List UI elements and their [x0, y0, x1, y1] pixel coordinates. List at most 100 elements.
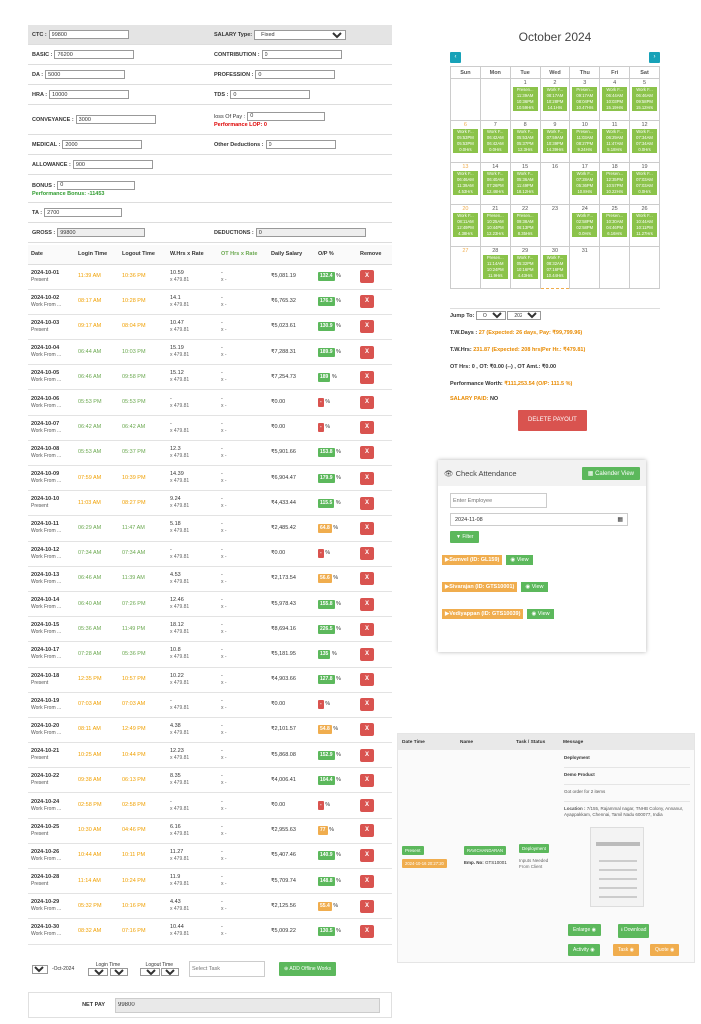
remove-button[interactable]: X [360, 370, 374, 384]
calendar-event[interactable]: Work F... [572, 171, 598, 177]
calendar-event[interactable]: 12.23Hrs [482, 231, 508, 237]
calendar-day-cell[interactable] [479, 78, 511, 121]
calendar-event[interactable]: 0.0Hrs [632, 189, 657, 195]
net-pay-input[interactable] [115, 997, 380, 1013]
calendar-day-cell[interactable]: 30 Work F... 08:32AM 07:16PM 10.44Hrs [539, 246, 571, 289]
activity-button[interactable]: Activity ◉ [568, 944, 600, 956]
calendar-day-cell[interactable]: 4 Work F... 06:44AM 10:03PM 15.19Hrs [599, 78, 631, 121]
calendar-event[interactable]: Presen... [572, 129, 598, 135]
calendar-event[interactable]: Presen... [602, 171, 628, 177]
calendar-day-cell[interactable]: 27 [450, 246, 481, 289]
calendar-event[interactable]: Work F... [512, 129, 538, 135]
remove-button[interactable]: X [360, 396, 374, 410]
logout-hour-select[interactable]: Hour [139, 968, 160, 976]
calendar-day-cell[interactable] [599, 246, 631, 289]
calendar-event[interactable]: Presen... [482, 213, 508, 219]
calendar-event[interactable]: Work F... [542, 255, 568, 261]
calendar-event[interactable]: 10:44AM [632, 219, 657, 225]
calendar-day-cell[interactable]: 24 Work F... 02:58PM 02:58PM 0.0Hrs [569, 204, 601, 247]
calendar-event[interactable]: 15.19Hrs [602, 105, 628, 111]
calendar-event[interactable]: Work F... [482, 129, 508, 135]
calendar-event[interactable]: 10:25AM [482, 219, 508, 225]
calendar-event[interactable]: Presen... [482, 255, 508, 261]
remove-button[interactable]: X [360, 345, 374, 359]
calendar-event[interactable]: 08:32AM [542, 261, 568, 267]
calendar-event[interactable]: 18.12Hrs [512, 189, 538, 195]
calendar-event[interactable]: Presen... [512, 87, 538, 93]
calendar-event[interactable]: Work F... [632, 87, 657, 93]
calendar-event[interactable]: 11:39AM [453, 183, 478, 189]
gross-input[interactable] [57, 228, 146, 237]
view-employee-button[interactable]: ◉ View [506, 555, 533, 565]
basic-input[interactable] [54, 50, 135, 59]
calendar-event[interactable]: 06:44AM [602, 93, 628, 99]
calendar-day-cell[interactable]: 17 Work F... 07:28AM 05:36PM 10.8Hrs [569, 162, 601, 205]
calendar-event[interactable]: 08:17AM [542, 93, 568, 99]
calendar-event[interactable]: 5.18Hrs [602, 147, 628, 153]
calendar-event[interactable]: 10.47Hrs [572, 105, 598, 111]
calendar-event[interactable]: 05:53PM [453, 141, 478, 147]
calendar-day-cell[interactable]: 6 Work F... 05:53PM 05:53PM 0.0Hrs [450, 120, 481, 163]
download-button[interactable]: ⭳ Download [618, 924, 650, 938]
remove-button[interactable]: X [360, 723, 374, 737]
remove-button[interactable]: X [360, 496, 374, 510]
prev-month-button[interactable]: ‹ [450, 52, 461, 63]
remove-button[interactable]: X [360, 622, 374, 636]
remove-button[interactable]: X [360, 673, 374, 687]
calendar-event[interactable]: 11:14AM [482, 261, 508, 267]
calendar-day-cell[interactable]: 11 Work F... 06:29AM 11:47AM 5.18Hrs [599, 120, 631, 163]
remove-button[interactable]: X [360, 295, 374, 309]
calendar-event[interactable]: 09:58PM [632, 99, 657, 105]
calendar-day-cell[interactable]: 9 Work F... 07:59AM 10:39PM 14.39Hrs [539, 120, 571, 163]
day-select[interactable]: 01 [32, 964, 48, 974]
calendar-event[interactable]: 10.22Hrs [602, 189, 628, 195]
calendar-day-cell[interactable]: 10 Presen... 11:03AM 08:27PM 9.24Hrs [569, 120, 601, 163]
calendar-day-cell[interactable]: 15 Work F... 05:36AM 11:49PM 18.12Hrs [509, 162, 541, 205]
calendar-day-cell[interactable]: 13 Work F... 06:46AM 11:39AM 4.53Hrs [450, 162, 481, 205]
deductions-input[interactable] [255, 228, 366, 237]
calendar-day-cell[interactable]: 16 [539, 162, 571, 205]
login-min-select[interactable]: Min [109, 968, 128, 976]
calendar-event[interactable]: 06:46AM [453, 177, 478, 183]
calendar-day-cell[interactable]: 20 Work F... 08:11AM 12:49PM 4.38Hrs [450, 204, 481, 247]
calendar-day-cell[interactable]: 22 Presen... 09:38AM 06:13PM 8.35Hrs [509, 204, 541, 247]
calendar-event[interactable]: 11:03AM [572, 135, 598, 141]
calendar-day-cell[interactable]: 31 [569, 246, 601, 289]
calendar-event[interactable]: 10:24PM [482, 267, 508, 273]
calendar-event[interactable]: 14.39Hrs [542, 147, 568, 153]
calendar-event[interactable]: 8.35Hrs [512, 231, 538, 237]
calendar-event[interactable]: Work F... [512, 255, 538, 261]
calendar-event[interactable]: Work F... [572, 213, 598, 219]
calendar-event[interactable]: 12.46Hrs [482, 189, 508, 195]
next-month-button[interactable]: › [649, 52, 660, 63]
remove-button[interactable]: X [360, 421, 374, 435]
calendar-day-cell[interactable]: 21 Presen... 10:25AM 10:44PM 12.23Hrs [479, 204, 511, 247]
login-hour-select[interactable]: Hour [88, 968, 109, 976]
calendar-day-cell[interactable]: 29 Work F... 05:32PM 10:16PM 4.43Hrs [509, 246, 541, 289]
quote-button[interactable]: Quote ◉ [650, 944, 680, 956]
allowance-input[interactable] [72, 160, 153, 169]
calendar-event[interactable]: 06:42AM [482, 135, 508, 141]
calendar-event[interactable]: 9.24Hrs [572, 147, 598, 153]
calendar-event[interactable]: 0.0Hrs [453, 147, 478, 153]
remove-button[interactable]: X [360, 521, 374, 535]
calendar-event[interactable]: 02:58PM [572, 225, 598, 231]
enlarge-button[interactable]: Enlarge ◉ [568, 924, 601, 936]
calendar-event[interactable]: 11:39AM [512, 93, 538, 99]
remove-button[interactable]: X [360, 446, 374, 460]
calendar-event[interactable]: 12:49PM [453, 225, 478, 231]
calendar-event[interactable]: 10.44Hrs [542, 273, 568, 279]
ta-input[interactable] [44, 208, 123, 217]
calendar-event[interactable]: Work F... [482, 171, 508, 177]
calendar-event[interactable]: 07:28AM [572, 177, 598, 183]
calendar-event[interactable]: 11.27Hrs [632, 231, 657, 237]
loss-of-pay-input[interactable] [247, 111, 326, 121]
remove-button[interactable]: X [360, 748, 374, 762]
profession-input[interactable] [255, 70, 336, 79]
calendar-day-cell[interactable]: 2 Work F... 08:17AM 10:28PM 14.1Hrs [539, 78, 571, 121]
jump-month-select[interactable]: Oct [475, 311, 506, 321]
bonus-input[interactable] [57, 180, 136, 190]
calendar-day-cell[interactable]: 18 Presen... 12:35PM 10:57PM 10.22Hrs [599, 162, 631, 205]
calendar-day-cell[interactable] [450, 78, 481, 121]
view-employee-button[interactable]: ◉ View [521, 582, 548, 592]
